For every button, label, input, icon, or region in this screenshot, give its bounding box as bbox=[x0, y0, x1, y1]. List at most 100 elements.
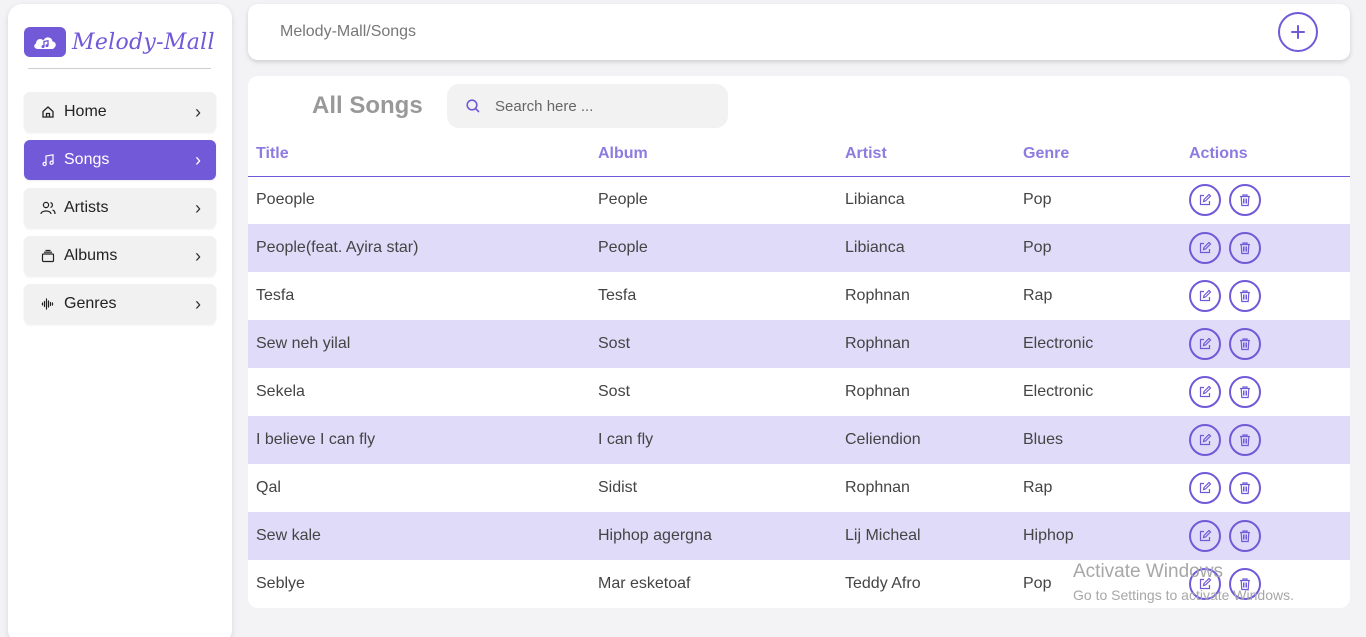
logo[interactable]: Melody-Mall bbox=[24, 22, 224, 62]
delete-button[interactable] bbox=[1229, 232, 1261, 264]
cell-actions bbox=[1181, 272, 1350, 320]
sidebar: Melody-Mall Home › Songs › Artists › Alb… bbox=[8, 4, 232, 637]
cell-actions bbox=[1181, 320, 1350, 368]
breadcrumb: Melody-Mall/Songs bbox=[280, 23, 417, 40]
cell-album: Hiphop agergna bbox=[598, 527, 712, 544]
cell-actions bbox=[1181, 416, 1350, 464]
trash-icon bbox=[1240, 482, 1250, 495]
add-song-button[interactable] bbox=[1278, 12, 1318, 52]
cell-title: Sew kale bbox=[256, 527, 321, 544]
cell-album: Mar esketoaf bbox=[598, 575, 691, 592]
table-row: Sew kale Hiphop agergna Lij Micheal Hiphop bbox=[248, 512, 1350, 560]
trash-icon bbox=[1240, 386, 1250, 399]
edit-icon bbox=[1199, 433, 1212, 446]
search-input[interactable] bbox=[495, 97, 695, 115]
cell-title: Sew neh yilal bbox=[256, 335, 351, 352]
cell-actions bbox=[1181, 464, 1350, 512]
edit-button[interactable] bbox=[1189, 328, 1221, 360]
delete-button[interactable] bbox=[1229, 568, 1261, 600]
chevron-right-icon: › bbox=[195, 293, 201, 314]
sidebar-item-label: Artists bbox=[64, 199, 109, 216]
cell-title: Qal bbox=[256, 479, 281, 496]
edit-button[interactable] bbox=[1189, 520, 1221, 552]
cell-artist: Rophnan bbox=[845, 479, 910, 496]
table-row: People(feat. Ayira star) People Libianca Po… bbox=[248, 224, 1350, 272]
column-header-album: Album bbox=[590, 132, 837, 177]
cell-album: I can fly bbox=[598, 431, 654, 448]
plus-icon bbox=[1291, 25, 1305, 39]
edit-icon bbox=[1199, 481, 1212, 494]
trash-icon bbox=[1240, 338, 1250, 351]
edit-button[interactable] bbox=[1189, 424, 1221, 456]
chevron-right-icon: › bbox=[195, 197, 201, 218]
trash-icon bbox=[1240, 530, 1250, 543]
cell-album: Sost bbox=[598, 383, 631, 400]
trash-icon bbox=[1240, 578, 1250, 591]
cell-artist: Libianca bbox=[845, 239, 905, 256]
cell-title: Seblye bbox=[256, 575, 305, 592]
cell-artist: Celiendion bbox=[845, 431, 921, 448]
delete-button[interactable] bbox=[1229, 376, 1261, 408]
delete-button[interactable] bbox=[1229, 184, 1261, 217]
logo-text: Melody-Mall bbox=[72, 29, 215, 55]
cell-artist: Rophnan bbox=[845, 383, 910, 400]
page-title: All Songs bbox=[312, 92, 423, 119]
cell-title: Tesfa bbox=[256, 287, 295, 304]
album-icon bbox=[40, 248, 56, 264]
cell-artist: Rophnan bbox=[845, 335, 910, 352]
edit-button[interactable] bbox=[1189, 280, 1221, 312]
cell-title: I believe I can fly bbox=[256, 431, 376, 448]
cell-artist: Rophnan bbox=[845, 287, 910, 304]
sidebar-item-genres[interactable]: Genres › bbox=[24, 284, 216, 324]
delete-button[interactable] bbox=[1229, 280, 1261, 312]
edit-button[interactable] bbox=[1189, 472, 1221, 504]
edit-icon bbox=[1199, 337, 1212, 350]
edit-button[interactable] bbox=[1189, 568, 1221, 600]
edit-icon bbox=[1199, 241, 1212, 254]
search-box[interactable] bbox=[447, 84, 728, 128]
cell-album: Tesfa bbox=[598, 287, 637, 304]
delete-button[interactable] bbox=[1229, 328, 1261, 360]
sidebar-item-artists[interactable]: Artists › bbox=[24, 188, 216, 228]
cell-actions bbox=[1181, 512, 1350, 560]
cell-actions bbox=[1181, 560, 1350, 608]
sidebar-nav: Home › Songs › Artists › Albums › Genres… bbox=[24, 92, 216, 332]
trash-icon bbox=[1240, 242, 1250, 255]
delete-button[interactable] bbox=[1229, 472, 1261, 504]
cell-artist: Teddy Afro bbox=[845, 575, 921, 592]
sidebar-item-label: Albums bbox=[64, 247, 118, 264]
cell-title: People(feat. Ayira star) bbox=[256, 239, 419, 256]
column-header-title: Title bbox=[248, 132, 590, 177]
sidebar-item-home[interactable]: Home › bbox=[24, 92, 216, 132]
table-row: Sew neh yilal Sost Rophnan Electronic bbox=[248, 320, 1350, 368]
cell-album: People bbox=[598, 191, 648, 209]
sidebar-item-songs[interactable]: Songs › bbox=[24, 140, 216, 180]
search-icon bbox=[466, 99, 480, 113]
cell-genre: Electronic bbox=[1023, 335, 1094, 352]
delete-button[interactable] bbox=[1229, 520, 1261, 552]
divider bbox=[28, 68, 211, 69]
cell-album: Sidist bbox=[598, 479, 638, 496]
waveform-icon bbox=[40, 296, 56, 312]
cell-title: Poeople bbox=[256, 191, 315, 209]
delete-button[interactable] bbox=[1229, 424, 1261, 456]
edit-button[interactable] bbox=[1189, 184, 1221, 217]
cell-genre: Rap bbox=[1023, 479, 1053, 496]
cell-album: People bbox=[598, 239, 648, 256]
cell-title: Sekela bbox=[256, 383, 305, 400]
edit-button[interactable] bbox=[1189, 232, 1221, 264]
edit-button[interactable] bbox=[1189, 376, 1221, 408]
sidebar-item-label: Songs bbox=[64, 151, 110, 168]
column-header-genre: Genre bbox=[1015, 132, 1181, 177]
table-row: Poeople People Libianca Pop bbox=[248, 176, 1350, 224]
sidebar-item-albums[interactable]: Albums › bbox=[24, 236, 216, 276]
cloud-music-icon bbox=[24, 27, 66, 57]
column-header-actions: Actions bbox=[1181, 132, 1350, 177]
songs-table: Title Album Artist Genre Actions Poeople… bbox=[248, 132, 1350, 608]
cell-artist: Libianca bbox=[845, 191, 905, 209]
cell-genre: Rap bbox=[1023, 287, 1053, 304]
cell-genre: Pop bbox=[1023, 239, 1052, 256]
users-icon bbox=[40, 200, 56, 216]
cell-actions bbox=[1181, 368, 1350, 416]
table-row: Qal Sidist Rophnan Rap bbox=[248, 464, 1350, 512]
